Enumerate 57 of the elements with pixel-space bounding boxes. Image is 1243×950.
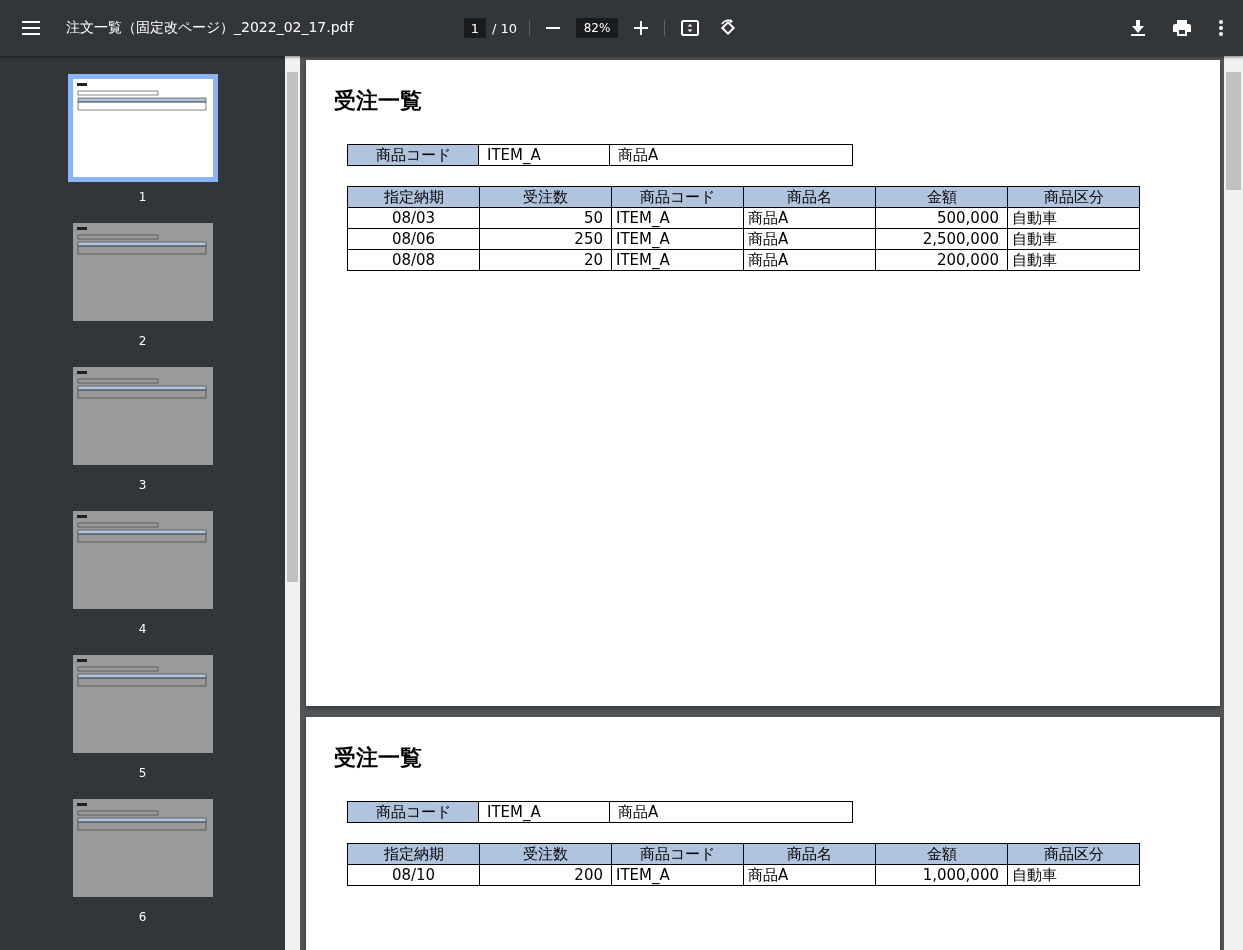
page-count: / 10 [492, 20, 518, 36]
page-thumbnail[interactable] [67, 74, 218, 182]
table-cell: 200,000 [875, 249, 1008, 271]
scrollbar[interactable] [1224, 56, 1243, 950]
table-header-cell: 商品コード [611, 843, 744, 865]
zoom-field[interactable]: 82% [576, 18, 619, 38]
table-cell: ITEM_A [611, 228, 744, 250]
table-cell: 商品A [743, 864, 876, 886]
table-cell: ITEM_A [611, 864, 744, 886]
page-number: 1 [138, 190, 147, 204]
table-cell: 500,000 [875, 207, 1008, 229]
table-cell: 商品A [743, 207, 876, 229]
table-header-cell: 金額 [875, 186, 1008, 208]
table-cell: 08/03 [347, 207, 480, 229]
table-cell: ITEM_A [478, 144, 610, 166]
table-cell: 自動車 [1007, 864, 1140, 886]
page-title: 受注一覧 [334, 87, 423, 115]
table-header-cell: 商品名 [743, 186, 876, 208]
table-cell: ITEM_A [611, 207, 744, 229]
table-cell: 商品A [609, 144, 853, 166]
table-header-cell: 商品コード [347, 801, 479, 823]
table-cell: 自動車 [1007, 228, 1140, 250]
table-header-cell: 商品区分 [1007, 843, 1140, 865]
table-cell: 20 [479, 249, 612, 271]
table-cell: 1,000,000 [875, 864, 1008, 886]
table-header-cell: 商品コード [347, 144, 479, 166]
table-cell: ITEM_A [611, 249, 744, 271]
table-cell: 商品A [609, 801, 853, 823]
table-cell: 2,500,000 [875, 228, 1008, 250]
page-number: 6 [138, 910, 147, 924]
table-header-cell: 指定納期 [347, 843, 480, 865]
table-header-cell: 商品コード [611, 186, 744, 208]
table-cell: 08/10 [347, 864, 480, 886]
table-header-cell: 受注数 [479, 186, 612, 208]
table-cell: 自動車 [1007, 207, 1140, 229]
page-number: 5 [138, 766, 147, 780]
page-number: 2 [138, 334, 147, 348]
table-header-cell: 受注数 [479, 843, 612, 865]
table-header-cell: 金額 [875, 843, 1008, 865]
table-cell: ITEM_A [478, 801, 610, 823]
scrollbar[interactable] [285, 56, 300, 950]
table-cell: 200 [479, 864, 612, 886]
table-header-cell: 指定納期 [347, 186, 480, 208]
table-header-cell: 商品名 [743, 843, 876, 865]
page-number-field[interactable]: 1 [464, 18, 486, 38]
page-title: 受注一覧 [334, 744, 423, 772]
table-cell: 商品A [743, 249, 876, 271]
table-cell: 商品A [743, 228, 876, 250]
table-header-cell: 商品区分 [1007, 186, 1140, 208]
page-number: 3 [138, 478, 147, 492]
document-title: 注文一覧（固定改ページ）_2022_02_17.pdf [66, 19, 355, 37]
table-cell: 自動車 [1007, 249, 1140, 271]
table-cell: 250 [479, 228, 612, 250]
page-number: 4 [138, 622, 147, 636]
table-cell: 08/06 [347, 228, 480, 250]
table-cell: 50 [479, 207, 612, 229]
table-cell: 08/08 [347, 249, 480, 271]
